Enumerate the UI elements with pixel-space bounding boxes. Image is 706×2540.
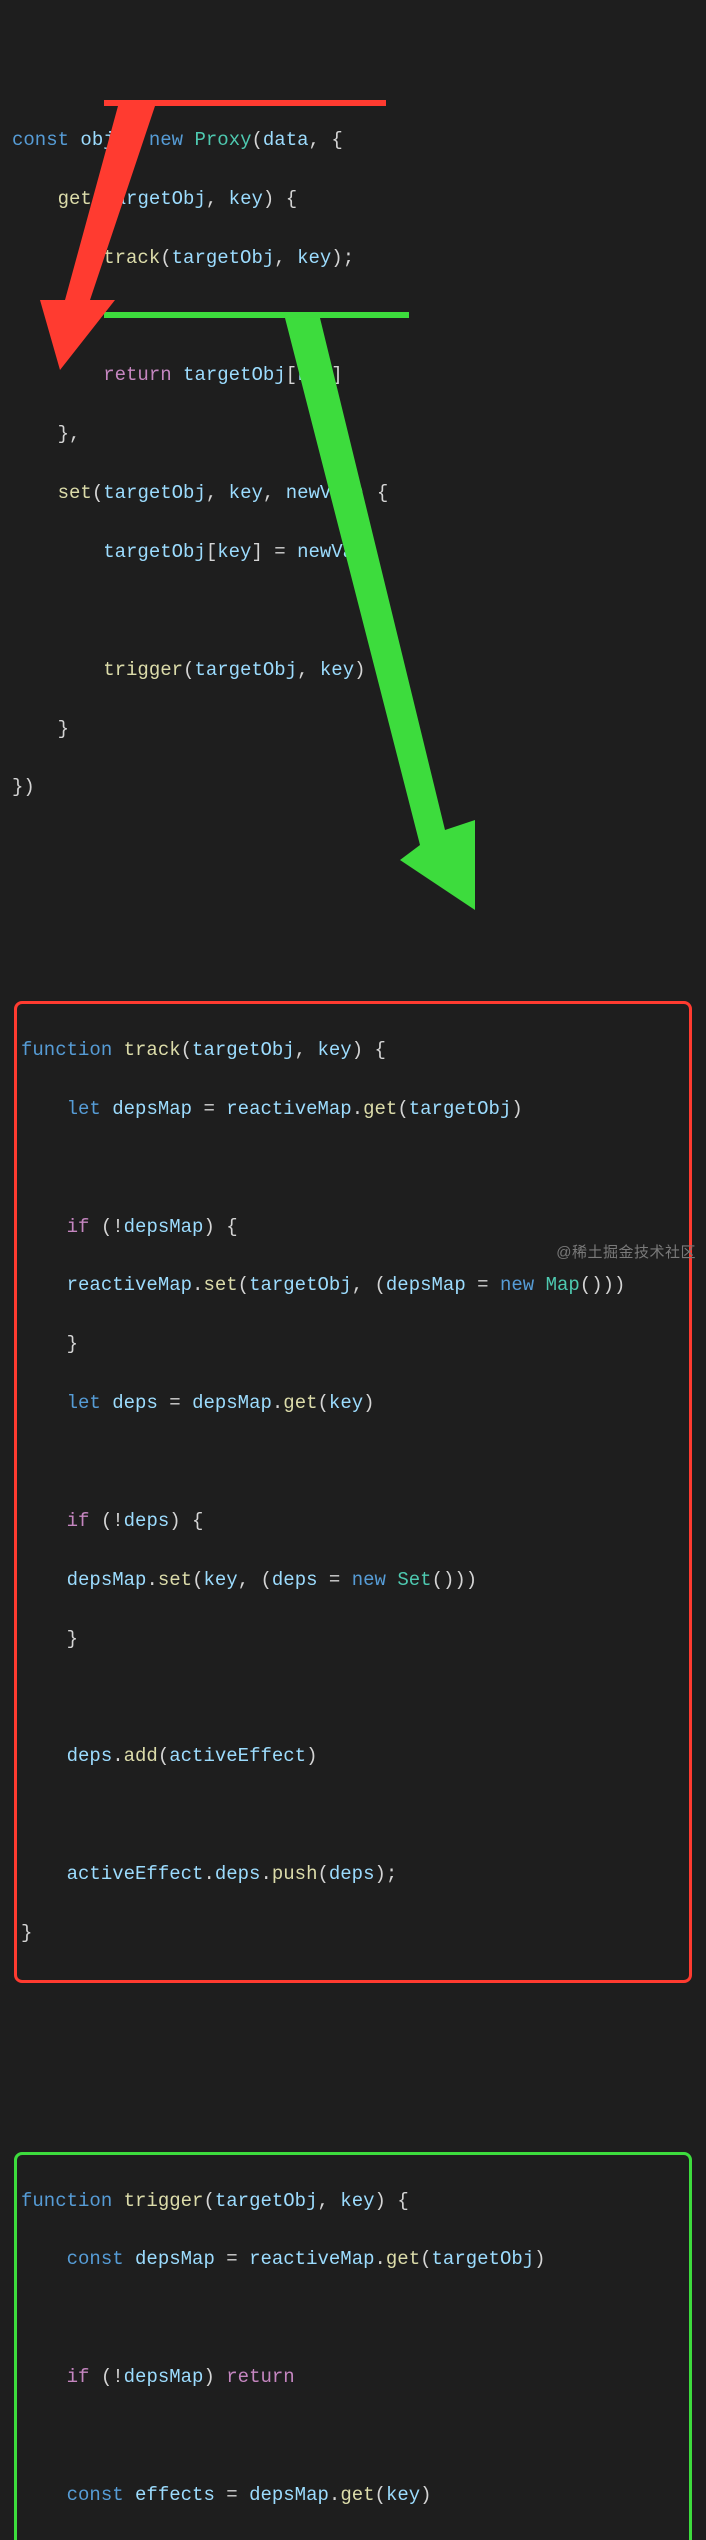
code-line: const effects = depsMap.get(key): [21, 2481, 685, 2510]
code-line: const obj = new Proxy(data, {: [12, 126, 694, 155]
code-line: }: [12, 715, 694, 744]
code-line: [21, 1448, 685, 1477]
code-line: get(targetObj, key) {: [12, 185, 694, 214]
code-line: deps.add(activeEffect): [21, 1742, 685, 1771]
code-line: [21, 1801, 685, 1830]
code-line: if (!depsMap) {: [21, 1213, 685, 1242]
code-line: [21, 1684, 685, 1713]
track-underline: [104, 100, 386, 106]
trigger-function-box: function trigger(targetObj, key) { const…: [14, 2152, 692, 2540]
code-line: let depsMap = reactiveMap.get(targetObj): [21, 1095, 685, 1124]
code-line: activeEffect.deps.push(deps);: [21, 1860, 685, 1889]
code-line: }: [21, 1919, 685, 1948]
code-line: return targetObj[key]: [12, 361, 694, 390]
code-block-proxy: const obj = new Proxy(data, { get(target…: [12, 96, 694, 832]
code-line: [21, 2304, 685, 2333]
code-line: function trigger(targetObj, key) {: [21, 2187, 685, 2216]
code-line: if (!depsMap) return: [21, 2363, 685, 2392]
code-line: }: [21, 1625, 685, 1654]
code-line-trigger-call: trigger(targetObj, key): [12, 656, 694, 685]
watermark: @稀土掘金技术社区: [556, 1241, 696, 1264]
code-line: if (!deps) {: [21, 1507, 685, 1536]
code-line: [21, 1154, 685, 1183]
code-line: }): [12, 773, 694, 802]
track-function-box: function track(targetObj, key) { let dep…: [14, 1001, 692, 1982]
trigger-underline: [104, 312, 409, 318]
code-line-track-call: track(targetObj, key);: [12, 244, 694, 273]
code-line: [12, 597, 694, 626]
code-line: set(targetObj, key, newVal) {: [12, 479, 694, 508]
code-line: }: [21, 1330, 685, 1359]
code-line: function track(targetObj, key) {: [21, 1036, 685, 1065]
code-line: const depsMap = reactiveMap.get(targetOb…: [21, 2245, 685, 2274]
code-area: const obj = new Proxy(data, { get(target…: [0, 0, 706, 2540]
code-line: reactiveMap.set(targetObj, (depsMap = ne…: [21, 1271, 685, 1300]
code-line: },: [12, 420, 694, 449]
code-line: depsMap.set(key, (deps = new Set())): [21, 1566, 685, 1595]
code-line: targetObj[key] = newVal: [12, 538, 694, 567]
code-line: [21, 2422, 685, 2451]
code-line: let deps = depsMap.get(key): [21, 1389, 685, 1418]
